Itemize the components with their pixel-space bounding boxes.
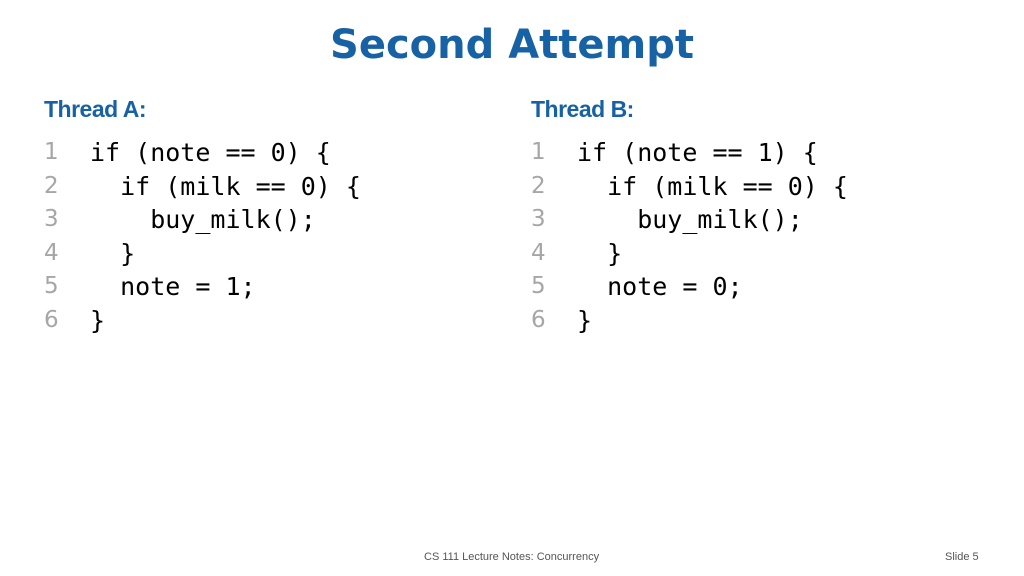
thread-b-heading: Thread B: [531, 96, 634, 122]
code-text: } [577, 238, 623, 268]
code-text: if (milk == 0) { [577, 171, 848, 201]
code-text: } [90, 305, 106, 335]
code-line: 2 if (milk == 0) { [531, 170, 848, 204]
code-text: if (note == 1) { [577, 138, 818, 167]
code-text: if (milk == 0) { [90, 171, 361, 201]
line-number: 3 [531, 206, 546, 233]
code-line: 6} [531, 304, 848, 338]
code-text: if (note == 0) { [90, 138, 331, 167]
code-line: 4 } [44, 237, 361, 271]
code-line: 3 buy_milk(); [44, 203, 361, 237]
thread-a-heading: Thread A: [44, 96, 146, 122]
code-line: 3 buy_milk(); [531, 203, 848, 237]
code-text: note = 1; [90, 272, 256, 302]
code-text: buy_milk(); [90, 205, 316, 235]
line-number: 1 [531, 139, 546, 165]
thread-b-code-block: 1 if (note == 1) { 2 if (milk == 0) { 3 b… [531, 136, 848, 338]
code-text: note = 0; [577, 272, 743, 302]
code-line: 1 if (note == 0) { [44, 136, 361, 170]
code-text: } [90, 238, 136, 268]
code-line: 1 if (note == 1) { [531, 136, 848, 170]
code-line: 2 if (milk == 0) { [44, 170, 361, 204]
code-text: } [577, 305, 593, 335]
thread-b-column: Thread B: 1 if (note == 1) { 2 if (milk =… [531, 94, 848, 338]
line-number: 4 [44, 239, 59, 266]
line-number: 6 [531, 306, 546, 333]
thread-a-column: Thread A: 1 if (note == 0) { 2 if (milk =… [44, 94, 361, 338]
code-line: 4 } [531, 237, 848, 271]
code-line: 5 note = 1; [44, 270, 361, 304]
line-number: 1 [44, 139, 59, 165]
line-number: 2 [531, 172, 546, 199]
line-number: 5 [44, 273, 59, 300]
line-number: 3 [44, 206, 59, 233]
line-number: 4 [531, 239, 546, 266]
line-number: 2 [44, 172, 59, 199]
code-line: 5 note = 0; [531, 270, 848, 304]
slide-title: Second Attempt [330, 22, 694, 68]
footer-course-title: CS 111 Lecture Notes: Concurrency [424, 551, 600, 563]
line-number: 6 [44, 306, 59, 333]
code-line: 6} [44, 304, 361, 338]
thread-a-code-block: 1 if (note == 0) { 2 if (milk == 0) { 3 b… [44, 136, 361, 338]
line-number: 5 [531, 273, 546, 300]
code-text: buy_milk(); [577, 205, 803, 235]
footer-slide-number: Slide 5 [945, 551, 979, 563]
